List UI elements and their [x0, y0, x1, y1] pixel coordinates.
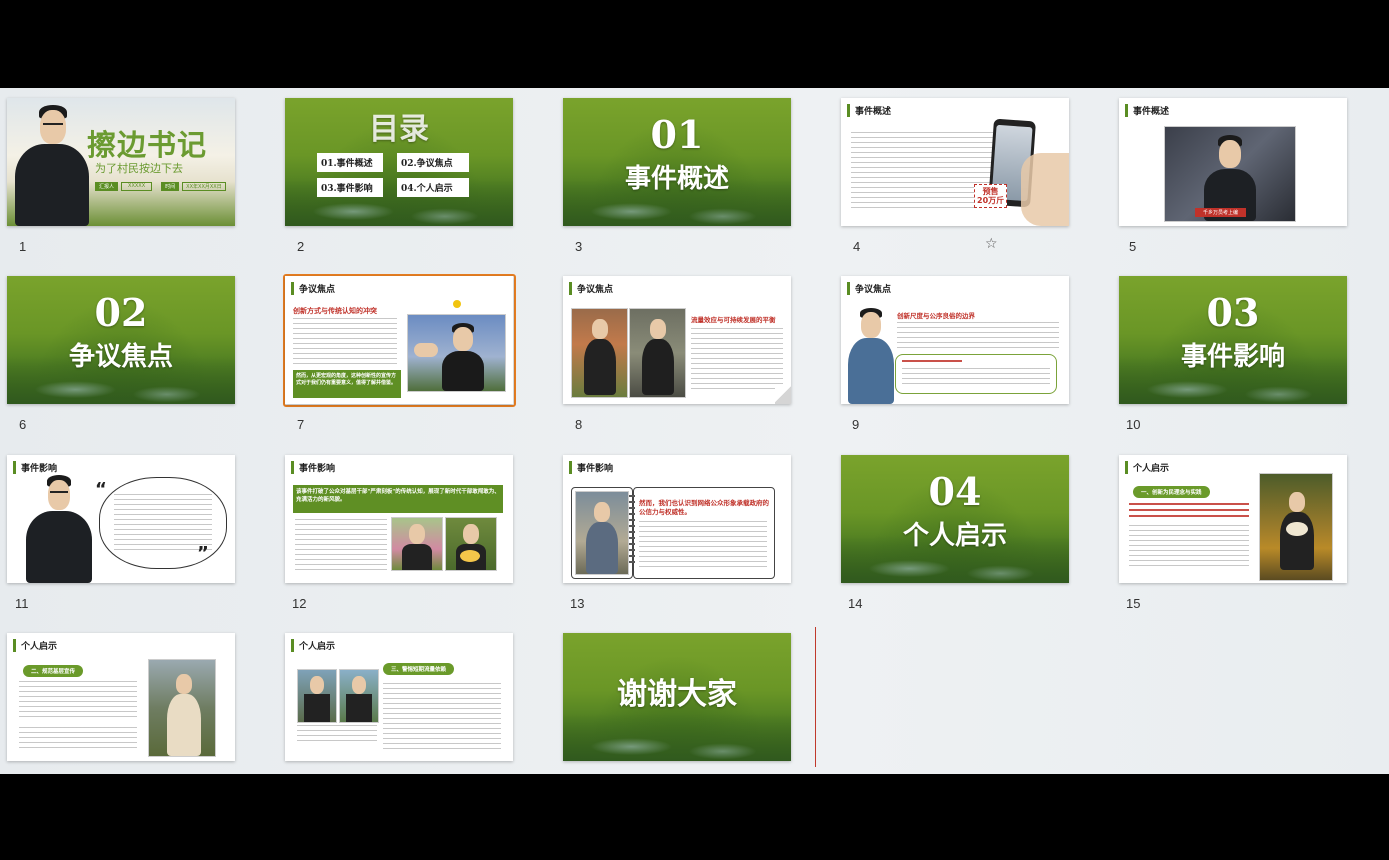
- slide-number-3: 3: [575, 239, 583, 254]
- slide17-photo-2: [339, 669, 379, 723]
- slide7-banner: 然而，从更宏观的角度，这种创新性的宣传方式对于我们仍有重要意义，值得了解并借鉴。: [293, 370, 401, 398]
- slide-number-5: 5: [1129, 239, 1137, 254]
- slide14-section-number: 04: [928, 469, 982, 514]
- slide13-heading: 事件影响: [569, 461, 613, 474]
- slide-thumbnail-6[interactable]: 02 争议焦点: [7, 276, 235, 404]
- slide-thumbnail-8[interactable]: 争议焦点 流量效应与可持续发展的平衡: [563, 276, 791, 404]
- slide17-photo-1: [297, 669, 337, 723]
- slide-thumbnail-15[interactable]: 个人启示 一、创新为民理念与实践: [1119, 455, 1347, 583]
- slide12-heading: 事件影响: [291, 461, 335, 474]
- slide2-toc-item-1: 01.事件概述: [317, 153, 383, 172]
- slide-thumbnail-1[interactable]: 擦边书记 为了村民按边下去 汇报人 XXXXX 时间 XX年XX月XX日: [7, 98, 235, 226]
- slide-thumbnail-13[interactable]: 事件影响 然而，我们也认识到网络公众形象承载政府的公信力与权威性。: [563, 455, 791, 583]
- slide3-section-number: 01: [650, 112, 704, 157]
- slide8-photo-1: [571, 308, 628, 398]
- slide15-heading: 个人启示: [1125, 461, 1169, 474]
- slide-number-15: 15: [1126, 596, 1141, 611]
- slide-number-1: 1: [19, 239, 27, 254]
- slide8-heading: 争议焦点: [569, 282, 613, 295]
- slide-number-14: 14: [848, 596, 863, 611]
- slide7-photo: [407, 314, 506, 392]
- slide10-section-number: 03: [1206, 290, 1260, 335]
- insertion-marker: [815, 627, 816, 767]
- slide-number-7: 7: [297, 417, 305, 432]
- slide-thumbnail-2[interactable]: 目录 01.事件概述 02.争议焦点 03.事件影响 04.个人启示: [285, 98, 513, 226]
- slide-thumbnail-5[interactable]: 事件概述 千乡万员考上编: [1119, 98, 1347, 226]
- slide13-red-title: 然而，我们也认识到网络公众形象承载政府的公信力与权威性。: [639, 499, 769, 516]
- slide16-photo: [148, 659, 216, 757]
- slide12-photo-2: [445, 517, 497, 571]
- slide-thumbnail-14[interactable]: 04 个人启示: [841, 455, 1069, 583]
- slide9-portrait: [846, 306, 896, 404]
- slide9-heading: 争议焦点: [847, 282, 891, 295]
- slide-number-11: 11: [15, 596, 29, 611]
- slide12-banner: 该事件打破了公众对基层干部"严肃刻板"的传统认知，展现了新时代干部敢闯敢为、充满…: [293, 485, 503, 513]
- slide5-caption: 千乡万员考上编: [1195, 208, 1247, 217]
- slide-thumbnail-4[interactable]: 事件概述 预售 20万斤: [841, 98, 1069, 226]
- slide-thumbnail-10[interactable]: 03 事件影响: [1119, 276, 1347, 404]
- slide2-toc-item-3: 03.事件影响: [317, 178, 383, 197]
- slide16-pill: 二、规范基层宣传: [23, 665, 84, 677]
- slide11-portrait: [22, 471, 94, 583]
- slide15-photo: [1259, 473, 1333, 581]
- slide5-photo: 千乡万员考上编: [1164, 126, 1296, 222]
- slide4-heading: 事件概述: [847, 104, 891, 117]
- slide2-title: 目录: [369, 112, 429, 147]
- slide17-pill: 三、警惕短期流量依赖: [383, 663, 455, 675]
- slide1-subtitle: 为了村民按边下去: [95, 162, 183, 175]
- slide1-tag-time: 时间: [161, 182, 180, 191]
- slide-number-13: 13: [570, 596, 585, 611]
- slide-thumbnail-11[interactable]: 事件影响 “ ”: [7, 455, 235, 583]
- slide18-title: 谢谢大家: [617, 677, 737, 712]
- slide5-heading: 事件概述: [1125, 104, 1169, 117]
- slide-number-4: 4: [853, 239, 861, 254]
- slide-thumbnail-7[interactable]: 争议焦点 创新方式与传统认知的冲突 然而，从更宏观的角度，这种创新性的宣传方式对…: [285, 276, 513, 404]
- slide-thumbnail-18[interactable]: 谢谢大家: [563, 633, 791, 761]
- slide-thumbnail-12[interactable]: 事件影响 该事件打破了公众对基层干部"严肃刻板"的传统认知，展现了新时代干部敢闯…: [285, 455, 513, 583]
- slide8-photo-2: [629, 308, 686, 398]
- slide16-heading: 个人启示: [13, 639, 57, 652]
- slide1-tag-reporter: 汇报人: [95, 182, 119, 191]
- slide6-section-title: 争议焦点: [68, 342, 173, 372]
- slide-number-10: 10: [1126, 417, 1141, 432]
- slide15-pill: 一、创新为民理念与实践: [1133, 486, 1210, 498]
- slide-number-2: 2: [297, 239, 305, 254]
- slide12-photo-1: [391, 517, 443, 571]
- slide1-tag-reporter-value: XXXXX: [121, 182, 153, 191]
- slide1-tag-time-value: XX年XX月XX日: [182, 182, 226, 191]
- slide-thumbnail-3[interactable]: 01 事件概述: [563, 98, 791, 226]
- slide7-heading: 争议焦点: [291, 282, 335, 295]
- slide4-presale-badge: 预售 20万斤: [974, 184, 1008, 208]
- slide9-red-title: 创新尺度与公序良俗的边界: [897, 312, 975, 320]
- slide1-title: 擦边书记: [87, 128, 208, 162]
- star-outline-icon[interactable]: ☆: [985, 236, 998, 252]
- slide13-photo: [575, 491, 629, 575]
- slide-thumbnail-9[interactable]: 争议焦点 创新尺度与公序良俗的边界: [841, 276, 1069, 404]
- slide2-toc-item-4: 04.个人启示: [397, 178, 469, 197]
- slide-number-12: 12: [292, 596, 307, 611]
- slide10-section-title: 事件影响: [1180, 342, 1285, 372]
- slide6-section-number: 02: [94, 290, 148, 335]
- slide-thumbnail-16[interactable]: 个人启示 二、规范基层宣传: [7, 633, 235, 761]
- slide2-toc-item-2: 02.争议焦点: [397, 153, 469, 172]
- slide8-red-title: 流量效应与可持续发展的平衡: [691, 316, 776, 324]
- slide-number-6: 6: [19, 417, 27, 432]
- slide1-portrait: [9, 98, 89, 226]
- slide-number-9: 9: [852, 417, 860, 432]
- slide-thumbnail-17[interactable]: 个人启示 三、警惕短期流量依赖: [285, 633, 513, 761]
- slide-number-8: 8: [575, 417, 583, 432]
- slide7-red-title: 创新方式与传统认知的冲突: [293, 307, 377, 315]
- slide17-heading: 个人启示: [291, 639, 335, 652]
- slide14-section-title: 个人启示: [902, 521, 1007, 551]
- slide3-section-title: 事件概述: [624, 164, 729, 194]
